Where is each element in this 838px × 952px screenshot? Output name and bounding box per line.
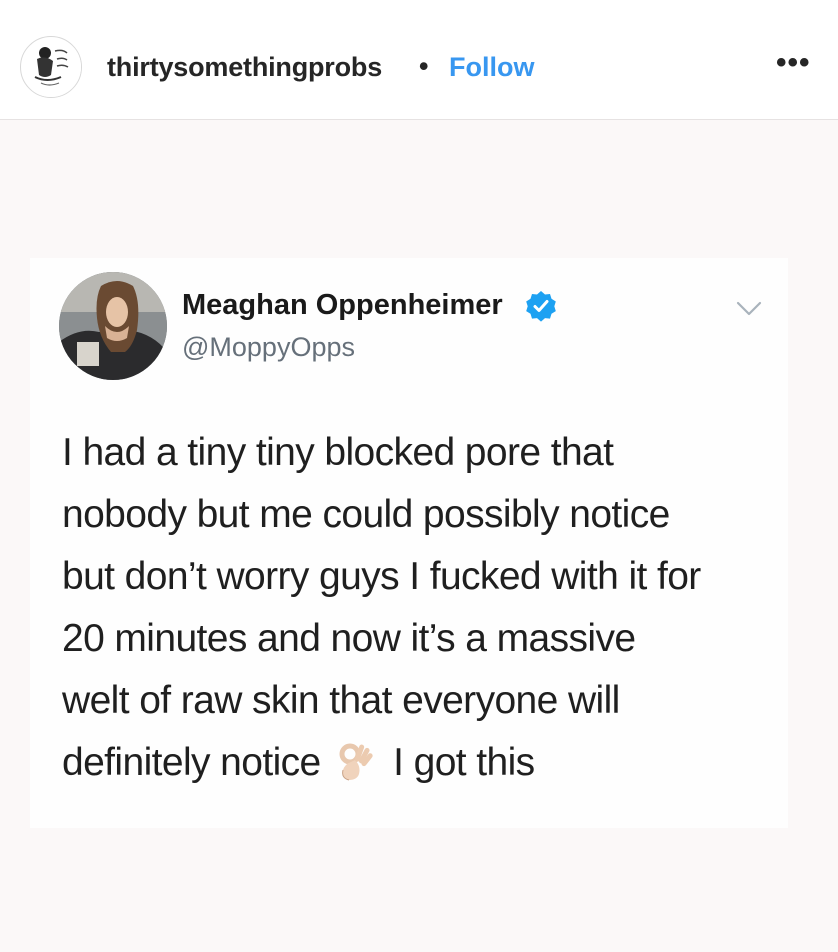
tweet-line: nobody but me could possibly notice bbox=[62, 493, 670, 536]
more-options-button[interactable]: ••• bbox=[776, 46, 811, 80]
tweet-display-name[interactable]: Meaghan Oppenheimer bbox=[182, 289, 503, 322]
tweet-line: I had a tiny tiny blocked pore that bbox=[62, 431, 614, 474]
tweet-line-last: definitely notice I got this bbox=[62, 732, 782, 794]
thirtysomethingprobs-logo-icon bbox=[22, 38, 81, 97]
post-header: thirtysomethingprobs • Follow ••• bbox=[0, 0, 838, 120]
tweet-line-last-before: definitely notice bbox=[62, 741, 321, 784]
author-photo-icon bbox=[59, 272, 167, 380]
separator-dot: • bbox=[419, 51, 429, 81]
tweet-line-last-after: I got this bbox=[393, 741, 535, 784]
account-avatar[interactable] bbox=[20, 36, 82, 98]
account-username[interactable]: thirtysomethingprobs bbox=[107, 52, 382, 83]
ok-hand-emoji-icon bbox=[339, 743, 373, 781]
tweet-line: 20 minutes and now it’s a massive bbox=[62, 617, 636, 660]
tweet-handle[interactable]: @MoppyOpps bbox=[182, 332, 355, 363]
tweet-body: I had a tiny tiny blocked pore that nobo… bbox=[62, 422, 782, 794]
follow-button[interactable]: Follow bbox=[449, 52, 534, 83]
tweet-author-avatar bbox=[59, 272, 167, 380]
chevron-down-icon[interactable] bbox=[736, 300, 762, 318]
verified-badge-icon bbox=[526, 291, 556, 322]
tweet-line: but don’t worry guys I fucked with it fo… bbox=[62, 555, 701, 598]
tweet-line: welt of raw skin that everyone will bbox=[62, 679, 620, 722]
